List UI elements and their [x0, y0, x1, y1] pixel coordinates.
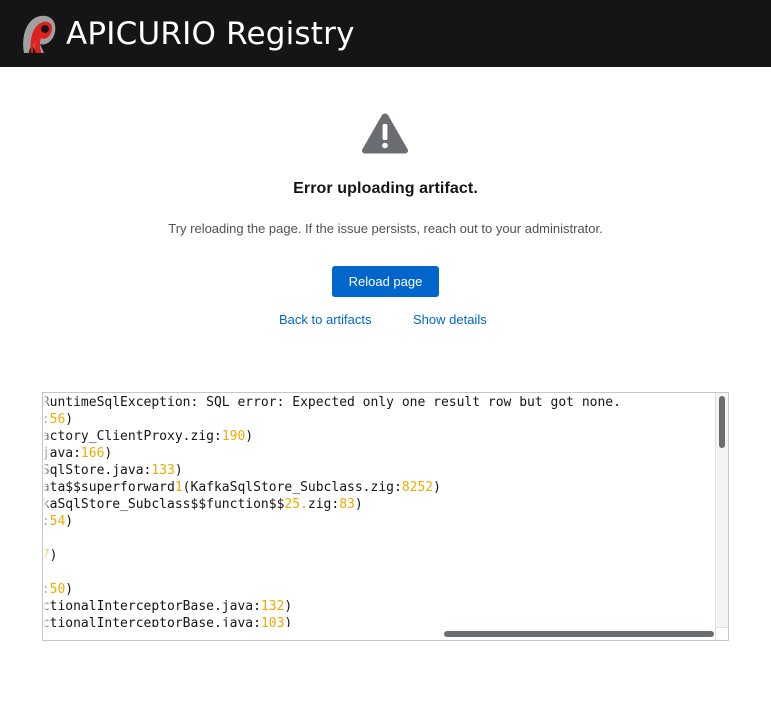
code-token: )	[65, 582, 74, 597]
code-token: )	[354, 497, 363, 512]
line-number-token: 54	[49, 514, 66, 529]
stack-trace-line: (TransactionalInterceptorBase.java:132)	[43, 598, 621, 615]
stack-trace-line: a(KafkaSqlStore.java:133)	[43, 462, 621, 479]
code-token: (KafkaSqlStore_Subclass.zig:	[182, 480, 402, 495]
error-title: Error uploading artifact.	[293, 180, 478, 197]
line-number-token: 8252	[401, 480, 434, 495]
code-token: )	[433, 480, 441, 495]
line-number-token: 50	[49, 582, 66, 597]
stack-trace-line: .t.java:50)	[43, 581, 621, 598]
line-number-token: 25.	[284, 497, 308, 512]
stack-trace-line: HandleFactory_ClientProxy.zig:190)	[43, 428, 621, 445]
line-number-token: 83	[339, 497, 355, 512]
stack-trace-line: .t.java:54)	[43, 513, 621, 530]
code-token: ...jdb.RuntimeSqlException: SQL error: E…	[43, 395, 621, 410]
code-token: )	[65, 412, 74, 427]
code-token: (TransactionalInterceptorBase.java:	[43, 599, 261, 614]
error-details-panel[interactable]: ...jdb.RuntimeSqlException: SQL error: E…	[42, 392, 729, 641]
stack-trace-fade	[43, 393, 51, 628]
stack-trace-text: ...jdb.RuntimeSqlException: SQL error: E…	[43, 394, 621, 628]
stack-trace-line	[43, 564, 621, 581]
stack-trace-line: ply(KafkaSqlStore_Subclass$$function$$25…	[43, 496, 621, 513]
back-to-artifacts-link[interactable]: Back to artifacts	[279, 312, 371, 327]
exclamation-triangle-icon	[361, 113, 409, 154]
apicurio-logo-icon[interactable]	[18, 13, 58, 55]
horizontal-scrollbar[interactable]	[43, 627, 716, 640]
code-token: a(KafkaSqlStore.java:	[43, 463, 152, 478]
stack-trace-line: ...jdb.RuntimeSqlException: SQL error: E…	[43, 394, 621, 411]
reload-page-button[interactable]: Reload page	[332, 266, 439, 297]
code-token: )	[245, 429, 254, 444]
line-number-token: 56	[49, 412, 66, 427]
code-token: )	[104, 446, 113, 461]
line-number-token: 190	[221, 429, 246, 444]
code-token: thMetadata$$superforward	[43, 480, 175, 495]
stack-trace-line: .y.java:56)	[43, 411, 621, 428]
vertical-scrollbar[interactable]	[715, 393, 728, 628]
line-number-token: 166	[80, 446, 105, 461]
stack-trace-line: .Store.java:166)	[43, 445, 621, 462]
masthead: APICURIO Registry	[0, 0, 771, 67]
horizontal-scrollbar-thumb[interactable]	[444, 631, 714, 637]
code-token: HandleFactory_ClientProxy.zig:	[43, 429, 222, 444]
show-details-link[interactable]: Show details	[413, 312, 487, 327]
code-token: )	[174, 463, 183, 478]
vertical-scrollbar-thumb[interactable]	[719, 396, 725, 448]
code-token: )	[284, 599, 293, 614]
line-number-token: 132	[260, 599, 285, 614]
stack-trace-line: thMetadata$$superforward1(KafkaSqlStore_…	[43, 479, 621, 496]
line-number-token: 1	[174, 480, 183, 495]
error-description: Try reloading the page. If the issue per…	[168, 221, 603, 236]
code-token: ply(KafkaSqlStore_Subclass$$function$$	[43, 497, 285, 512]
stack-trace[interactable]: ...jdb.RuntimeSqlException: SQL error: E…	[43, 393, 716, 628]
code-token: )	[65, 514, 74, 529]
stack-trace-line: :55)	[43, 530, 621, 547]
stack-trace-line: .zig:327)	[43, 547, 621, 564]
scrollbar-corner	[715, 627, 728, 640]
brand-title: APICURIO Registry	[66, 15, 355, 52]
code-token: zig:	[307, 497, 340, 512]
line-number-token: 133	[151, 463, 175, 478]
